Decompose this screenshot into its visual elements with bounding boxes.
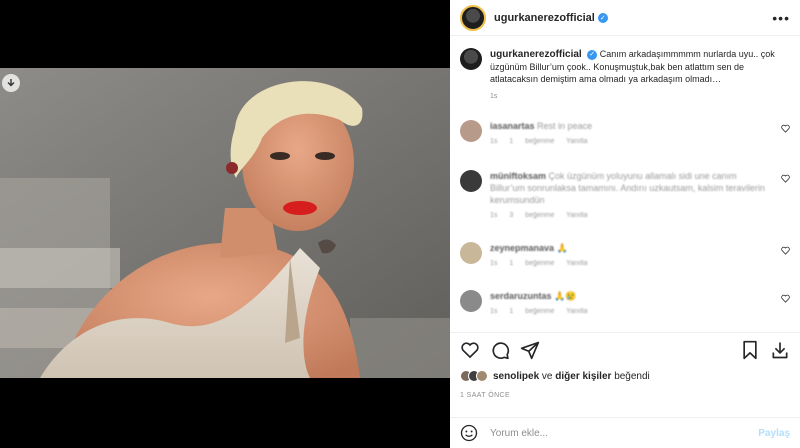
post-header: ugurkanerezofficial ✓ ••• xyxy=(450,0,800,36)
comment-avatar[interactable] xyxy=(460,242,482,264)
liker-username[interactable]: senolipek xyxy=(493,371,539,382)
caption-avatar[interactable] xyxy=(460,48,482,70)
comment-meta[interactable]: 1s 1 beğenme Yanıtla xyxy=(490,260,770,267)
add-comment-bar: Paylaş xyxy=(450,417,800,448)
download-icon[interactable] xyxy=(770,340,790,360)
download-icon[interactable] xyxy=(2,74,20,92)
post-timestamp: 1 SAAT ÖNCE xyxy=(460,392,511,399)
comment-username[interactable]: zeynepmanava xyxy=(490,243,554,253)
comment-avatar[interactable] xyxy=(460,120,482,142)
comment-item: serdaruzuntas 🙏😢 1s 1 beğenme Yanıtla xyxy=(460,290,790,315)
comment-text: Rest in peace xyxy=(537,121,593,131)
verified-icon: ✓ xyxy=(597,12,608,23)
heart-icon[interactable] xyxy=(781,246,790,255)
comment-item: zeynepmanava 🙏 1s 1 beğenme Yanıtla xyxy=(460,242,790,267)
liker-avatar xyxy=(476,370,488,382)
comment-username[interactable]: iasanartas xyxy=(490,121,535,131)
emoji-icon[interactable] xyxy=(460,424,478,442)
likes-connector: ve xyxy=(541,370,553,382)
post-caption: ugurkanerezofficial ✓ Canım arkadaşımmmm… xyxy=(460,48,790,103)
heart-icon[interactable] xyxy=(460,340,480,360)
comments-list[interactable]: ugurkanerezofficial ✓ Canım arkadaşımmmm… xyxy=(450,36,800,332)
likes-others-link[interactable]: diğer kişiler xyxy=(555,371,611,382)
comment-item: müniftoksam Çok üzgünüm yoluyunu allamal… xyxy=(460,170,790,219)
post-actions-bar xyxy=(450,332,800,366)
likes-summary[interactable]: senolipek ve diğer kişiler beğendi xyxy=(460,370,650,382)
emoji-icon: 🙏😢 xyxy=(554,291,577,301)
post-sidebar: ugurkanerezofficial ✓ ••• ugurkanerezoff… xyxy=(450,0,800,448)
heart-icon[interactable] xyxy=(781,174,790,183)
emoji-icon: 🙏 xyxy=(556,243,568,253)
comment-item: iasanartas Rest in peace 1s 1 beğenme Ya… xyxy=(460,120,790,145)
comment-meta[interactable]: 1s 3 beğenme Yanıtla xyxy=(490,212,770,219)
caption-time: 1s xyxy=(490,93,498,100)
likes-suffix: beğendi xyxy=(614,370,650,382)
more-options-icon[interactable]: ••• xyxy=(772,10,790,26)
post-photo[interactable] xyxy=(0,68,450,378)
share-icon[interactable] xyxy=(520,340,540,360)
post-comment-button[interactable]: Paylaş xyxy=(758,428,790,439)
save-icon[interactable] xyxy=(740,340,760,360)
portrait-illustration xyxy=(0,68,450,378)
comment-icon[interactable] xyxy=(490,340,510,360)
comment-input[interactable] xyxy=(490,427,740,439)
media-pane xyxy=(0,0,450,448)
verified-icon: ✓ xyxy=(587,49,598,60)
comment-username[interactable]: serdaruzuntas xyxy=(490,291,552,301)
comment-avatar[interactable] xyxy=(460,170,482,192)
comment-meta[interactable]: 1s 1 beğenme Yanıtla xyxy=(490,308,770,315)
heart-icon[interactable] xyxy=(781,294,790,303)
heart-icon[interactable] xyxy=(781,124,790,133)
comment-avatar[interactable] xyxy=(460,290,482,312)
comment-meta[interactable]: 1s 1 beğenme Yanıtla xyxy=(490,138,770,145)
author-avatar[interactable] xyxy=(460,4,486,31)
caption-username[interactable]: ugurkanerezofficial xyxy=(490,49,582,60)
author-username[interactable]: ugurkanerezofficial xyxy=(494,12,595,24)
comment-username[interactable]: müniftoksam xyxy=(490,171,546,181)
